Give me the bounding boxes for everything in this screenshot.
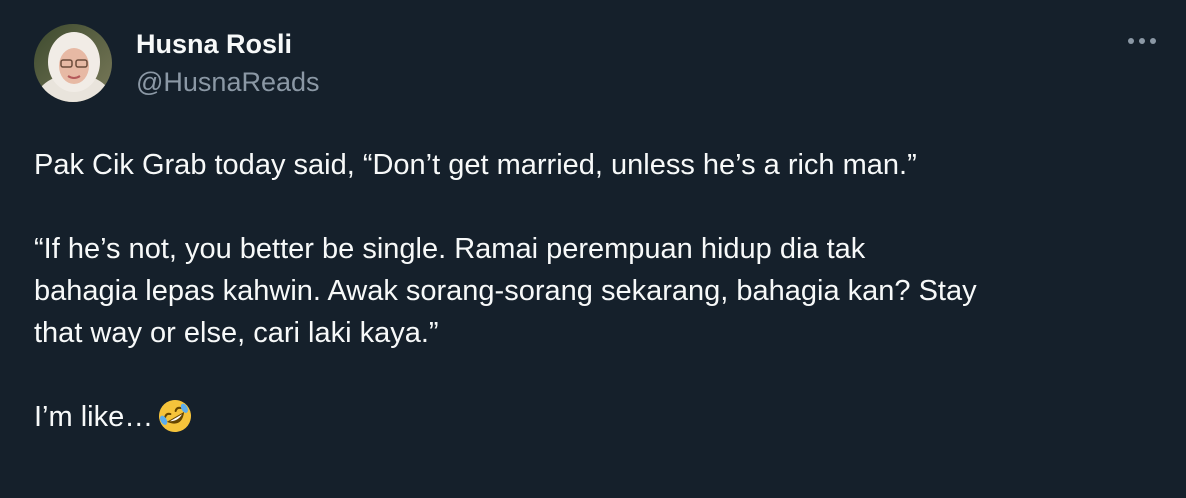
- author-name[interactable]: Husna Rosli: [136, 28, 292, 60]
- rolling-laughing-emoji-icon: [157, 398, 193, 446]
- tweet-line: bahagia lepas kahwin. Awak sorang-sorang…: [34, 275, 977, 307]
- tweet-last-line: I’m like…: [34, 396, 1164, 446]
- tweet-line: Pak Cik Grab today said, “Don’t get marr…: [34, 149, 917, 181]
- more-options-button[interactable]: [1122, 26, 1162, 56]
- author-handle[interactable]: @HusnaReads: [136, 66, 320, 98]
- avatar-photo: [34, 24, 112, 102]
- avatar[interactable]: [34, 24, 112, 102]
- tweet-card: Husna Rosli @HusnaReads Pak Cik Grab tod…: [0, 0, 1186, 498]
- tweet-line: that way or else, cari laki kaya.”: [34, 317, 439, 349]
- tweet-line: I’m like…: [34, 401, 154, 433]
- more-horizontal-icon: [1128, 38, 1156, 44]
- tweet-text: Pak Cik Grab today said, “Don’t get marr…: [34, 144, 1164, 446]
- tweet-line: “If he’s not, you better be single. Rama…: [34, 233, 866, 265]
